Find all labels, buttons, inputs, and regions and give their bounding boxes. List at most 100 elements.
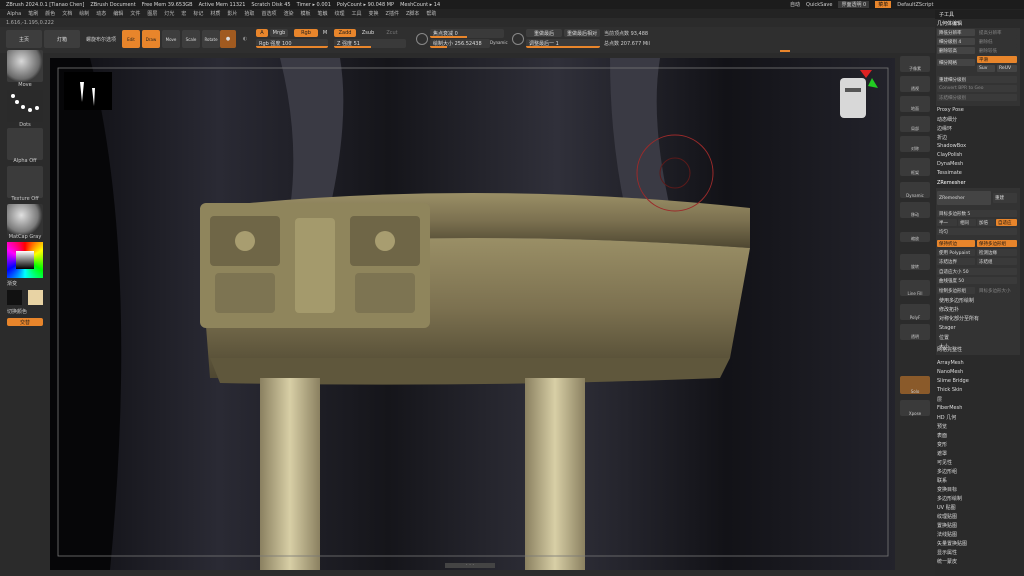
double-button[interactable]: 加倍 bbox=[977, 219, 995, 226]
redo-last-button[interactable]: 重做最后 bbox=[526, 29, 562, 37]
menu-document[interactable]: 文档 bbox=[62, 10, 72, 17]
menu-movie[interactable]: 影片 bbox=[227, 10, 237, 17]
local-button[interactable]: 局部 bbox=[900, 116, 930, 132]
fibermesh-item[interactable]: FiberMesh bbox=[937, 405, 962, 411]
default-zscript[interactable]: DefaultZScript bbox=[897, 2, 933, 8]
brush-thumbnail[interactable] bbox=[7, 50, 43, 82]
mask-brush-icon[interactable]: ● bbox=[220, 30, 236, 48]
polyframe-button[interactable]: PolyF bbox=[900, 304, 930, 320]
material-thumbnail[interactable] bbox=[7, 204, 43, 236]
adjust-last-slider[interactable]: 调整最后一 1 bbox=[526, 39, 600, 48]
dynamesh-item[interactable]: DynaMesh bbox=[937, 161, 963, 167]
masking-item[interactable]: 遮罩 bbox=[937, 450, 947, 457]
menu-transform[interactable]: 变换 bbox=[369, 10, 379, 17]
menu-draw[interactable]: 绘制 bbox=[79, 10, 89, 17]
menu-alpha[interactable]: Alpha bbox=[7, 11, 21, 17]
target-polycount-slider[interactable]: 目标多边形数 5 bbox=[937, 210, 1017, 217]
redo-last-relative-button[interactable]: 重做最后相对 bbox=[564, 29, 600, 37]
secondary-color-swatch[interactable] bbox=[28, 290, 43, 305]
reuv-toggle[interactable]: ReUV bbox=[997, 65, 1017, 72]
detect-edges-toggle[interactable]: 检测边缘 bbox=[977, 249, 1017, 256]
half-button[interactable]: 半一 bbox=[937, 219, 957, 226]
menu-preferences[interactable]: 首选项 bbox=[261, 10, 276, 17]
material-sphere-icon[interactable]: ◐ bbox=[238, 30, 252, 48]
del-lower-button[interactable]: 删除低 bbox=[977, 38, 1017, 45]
adaptive-toggle[interactable]: 自适应 bbox=[996, 219, 1017, 226]
target-icon[interactable] bbox=[416, 33, 428, 45]
visibility-item[interactable]: 可见性 bbox=[937, 459, 952, 466]
menu-texture[interactable]: 纹理 bbox=[335, 10, 345, 17]
del-lower-2-button[interactable]: 删除较低 bbox=[977, 47, 1017, 54]
move-button[interactable]: Move bbox=[162, 30, 180, 48]
freeze-groups-toggle[interactable]: 冻结组 bbox=[977, 258, 1017, 265]
canvas-viewport[interactable]: · · · bbox=[50, 58, 895, 570]
ui-transparency[interactable]: 界面透明 0 bbox=[838, 1, 870, 8]
home-button[interactable]: 主页 bbox=[6, 30, 42, 48]
focal-shift-slider[interactable]: 焦点衰减 0 bbox=[430, 29, 504, 38]
reconstruct-subdiv-button[interactable]: 重建细分级别 bbox=[937, 76, 1017, 83]
menu-material[interactable]: 材质 bbox=[210, 10, 220, 17]
switch-color-label[interactable]: 切换颜色 bbox=[7, 308, 27, 315]
preview-item[interactable]: 预览 bbox=[937, 423, 947, 430]
normal-map-item[interactable]: 法线贴图 bbox=[937, 531, 957, 538]
target-size-button[interactable]: 目标多边形大小 bbox=[977, 287, 1017, 294]
menu-render[interactable]: 渲染 bbox=[283, 10, 293, 17]
convert-bpr-button[interactable]: Convert BPR to Geo bbox=[937, 85, 1017, 92]
hd-geometry-item[interactable]: HD 几何 bbox=[937, 414, 956, 421]
texture-map-item[interactable]: 纹理贴图 bbox=[937, 513, 957, 520]
z-intensity-slider[interactable]: Z 强度 51 bbox=[334, 39, 406, 48]
lower-res-button[interactable]: 降低分辨率 bbox=[937, 29, 975, 36]
title-document[interactable]: ZBrush Document bbox=[90, 2, 135, 8]
subtool-header[interactable]: 子工具 bbox=[935, 10, 1024, 19]
adapt-size-slider[interactable]: 均匀 bbox=[937, 228, 1017, 235]
menu-stroke[interactable]: 笔触 bbox=[317, 10, 327, 17]
menu-brush[interactable]: 笔刷 bbox=[28, 10, 38, 17]
menu-macro[interactable]: 宏 bbox=[181, 10, 186, 17]
mrgb-button[interactable]: Mrgb bbox=[270, 29, 288, 37]
uv-map-item[interactable]: UV 贴图 bbox=[937, 504, 956, 511]
move-view-button[interactable]: 移动 bbox=[900, 202, 930, 218]
menu-dynamics[interactable]: 动态 bbox=[96, 10, 106, 17]
crease-item[interactable]: 折边 bbox=[937, 134, 947, 141]
modify-topology-item[interactable]: 修改拓扑 bbox=[939, 306, 959, 313]
rotate-button[interactable]: Rotate bbox=[202, 30, 220, 48]
shelf-scroll-indicator[interactable] bbox=[780, 50, 790, 52]
vector-displacement-item[interactable]: 矢量置换贴图 bbox=[937, 540, 967, 547]
curves-strength-slider[interactable]: 曲线强度 50 bbox=[937, 277, 1017, 284]
rotate-view-button[interactable]: 旋转 bbox=[900, 254, 930, 270]
menu-light[interactable]: 灯光 bbox=[164, 10, 174, 17]
suv-toggle[interactable]: Suv bbox=[977, 65, 995, 72]
edit-button[interactable]: Edit bbox=[122, 30, 140, 48]
rgb-intensity-slider[interactable]: Rgb 强度 100 bbox=[256, 39, 328, 48]
texture-thumbnail[interactable] bbox=[7, 166, 43, 198]
freeze-subdiv-button[interactable]: 冻结细分级别 bbox=[937, 94, 1017, 101]
divide-button[interactable]: 细分网格 bbox=[937, 59, 975, 66]
higher-res-button[interactable]: 提高分辨率 bbox=[977, 29, 1017, 36]
geometry-section-title[interactable]: 几何体编辑 bbox=[937, 20, 962, 27]
morph-target-item[interactable]: 变换目标 bbox=[937, 486, 957, 493]
color-square[interactable] bbox=[16, 251, 34, 269]
live-boolean-label[interactable]: 螺旋布尔选项 bbox=[86, 36, 116, 43]
same-button[interactable]: 相同 bbox=[958, 219, 976, 226]
scale-button[interactable]: Scale bbox=[182, 30, 200, 48]
mesh-integrity-item[interactable]: 网格完整性 bbox=[937, 346, 962, 353]
menu-marker[interactable]: 标记 bbox=[193, 10, 203, 17]
menu-file[interactable]: 文件 bbox=[130, 10, 140, 17]
legacy-button[interactable]: 重建 bbox=[993, 193, 1017, 203]
menu-tool[interactable]: 工具 bbox=[352, 10, 362, 17]
transp-button[interactable]: 透明 bbox=[900, 324, 930, 340]
rgb-button[interactable]: Rgb bbox=[294, 29, 318, 37]
menu-color[interactable]: 颜色 bbox=[45, 10, 55, 17]
adaptive-size-slider[interactable]: 自适应大小 50 bbox=[937, 268, 1017, 275]
polypaint-item[interactable]: 多边形绘制 bbox=[937, 495, 962, 502]
slime-bridge-item[interactable]: Slime Bridge bbox=[937, 378, 969, 384]
keep-groups-toggle[interactable]: 保持多边形组 bbox=[977, 240, 1017, 247]
thick-skin-item[interactable]: Thick Skin bbox=[937, 387, 962, 393]
frame-button[interactable]: 框架 bbox=[900, 158, 930, 176]
alpha-thumbnail[interactable] bbox=[7, 128, 43, 160]
symmetrize-item[interactable]: 对称化部分至所有 bbox=[939, 315, 979, 322]
zsub-button[interactable]: Zsub bbox=[358, 29, 378, 37]
use-polypaint-toggle[interactable]: 使用 Polypaint bbox=[937, 249, 975, 256]
menu-edit[interactable]: 编辑 bbox=[113, 10, 123, 17]
zremesher-button[interactable]: ZRemesher bbox=[937, 191, 991, 205]
